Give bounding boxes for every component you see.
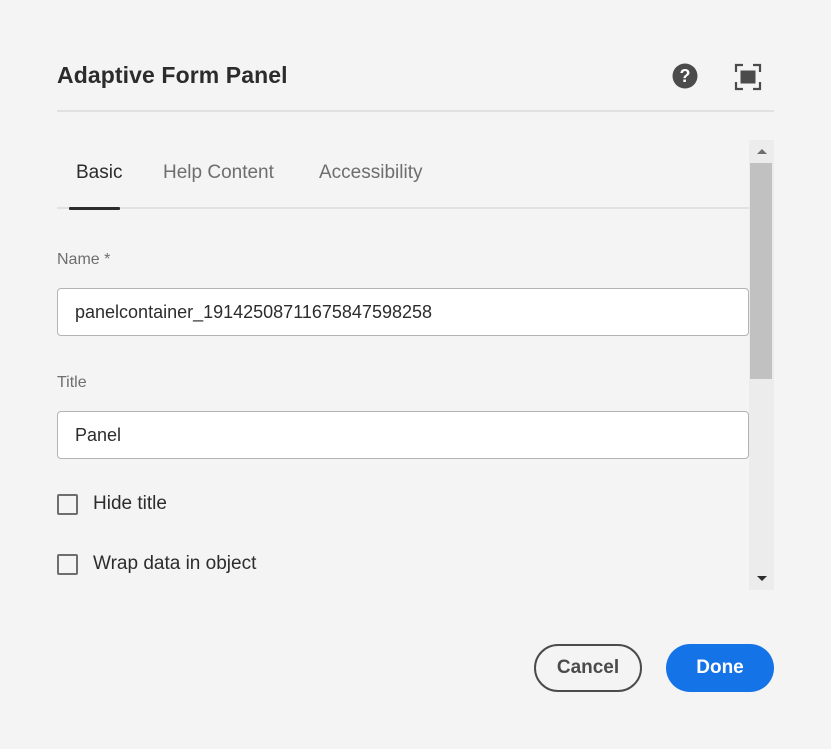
fullscreen-icon: [734, 63, 762, 91]
dialog-title: Adaptive Form Panel: [57, 62, 288, 88]
scroll-thumb[interactable]: [750, 163, 772, 379]
cancel-button[interactable]: Cancel: [534, 644, 642, 692]
hide-title-checkbox[interactable]: [57, 493, 78, 515]
hide-title-label: Hide title: [93, 493, 167, 514]
arrow-up-icon: [756, 149, 767, 154]
svg-text:?: ?: [680, 66, 691, 86]
wrap-data-option[interactable]: Wrap data in object: [57, 553, 256, 575]
wrap-data-label: Wrap data in object: [93, 553, 257, 574]
name-input[interactable]: [57, 288, 749, 336]
hide-title-option[interactable]: Hide title: [57, 493, 167, 515]
help-circle-icon: ?: [672, 63, 698, 89]
arrow-down-icon: [756, 576, 767, 581]
header-divider: [57, 110, 774, 112]
adaptive-form-panel-dialog: Adaptive Form Panel ? Basic Help Content…: [0, 0, 831, 749]
name-label: Name *: [57, 251, 111, 268]
tab-help-content[interactable]: Help Content: [163, 162, 274, 184]
tab-basic[interactable]: Basic: [76, 162, 122, 184]
tabs-divider: [57, 207, 749, 209]
scroll-up-button[interactable]: [749, 140, 774, 162]
tab-list: Basic Help Content Accessibility: [57, 140, 749, 210]
wrap-data-checkbox[interactable]: [57, 553, 78, 575]
content-scrollbar[interactable]: [749, 140, 774, 590]
title-input[interactable]: [57, 411, 749, 459]
title-label: Title: [57, 374, 87, 391]
tab-accessibility[interactable]: Accessibility: [319, 162, 422, 184]
fullscreen-button[interactable]: [734, 63, 762, 91]
dialog-content: Basic Help Content Accessibility Name * …: [57, 140, 774, 590]
help-button[interactable]: ?: [672, 63, 698, 89]
done-button[interactable]: Done: [666, 644, 774, 692]
active-tab-indicator: [69, 207, 120, 210]
scroll-down-button[interactable]: [749, 568, 774, 590]
